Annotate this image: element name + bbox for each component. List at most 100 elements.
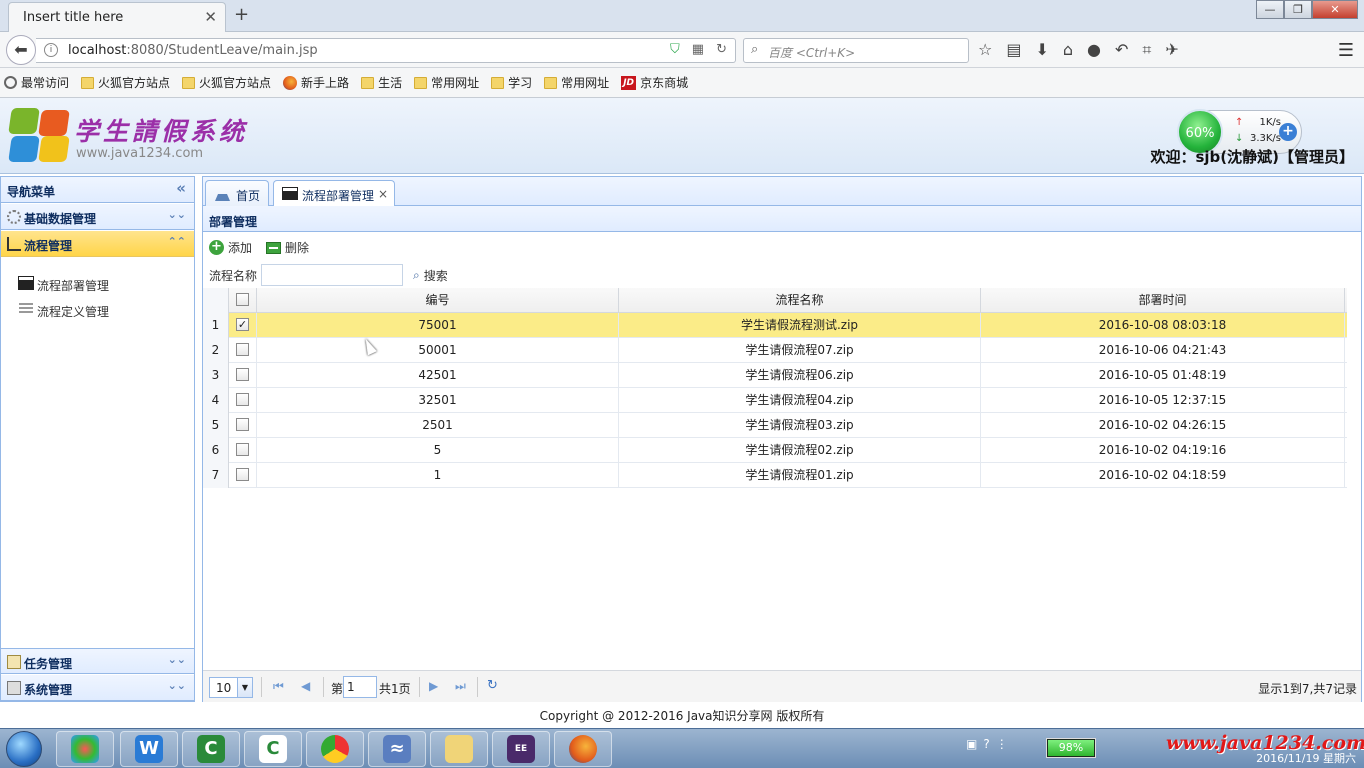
url-bar[interactable]: i localhost:8080/StudentLeave/main.jsp ⛉… [36,38,736,63]
new-tab-button[interactable]: + [234,4,249,25]
bookmark-item[interactable]: JD 京东商城 [621,74,692,91]
row-checkbox[interactable] [236,368,249,381]
next-page-icon[interactable]: ▶ [429,679,438,693]
left-nav: 导航菜单 « 基础数据管理 ⌄⌄ 流程管理 ⌃⌃ 流程部署管理 流程定义管理 任… [0,176,195,702]
undo-icon[interactable]: ↶ [1115,40,1128,60]
cell-process-name: 学生请假流程01.zip [619,463,981,488]
bookmark-item[interactable]: 火狐官方站点 [182,74,275,91]
column-name[interactable]: 流程名称 [619,288,981,313]
window-controls: — ❐ ✕ [1256,0,1358,20]
bookmark-item[interactable]: 常用网址 [544,74,613,91]
browser-tab[interactable]: Insert title here ✕ [8,2,226,32]
page-number-input[interactable]: 1 [343,676,377,698]
camtasia-recorder-icon: C [259,735,287,763]
bookmark-item[interactable]: 火狐官方站点 [81,74,174,91]
minimize-button[interactable]: — [1256,0,1284,19]
chat-icon[interactable]: ● [1087,40,1101,60]
table-row[interactable]: 5 2501 学生请假流程03.zip 2016-10-02 04:26:15 [203,413,1347,438]
battery-indicator[interactable]: 98% [1046,738,1096,758]
home-icon[interactable]: ⌂ [1063,40,1073,60]
table-row[interactable]: 7 1 学生请假流程01.zip 2016-10-02 04:18:59 [203,463,1347,488]
row-checkbox[interactable]: ✓ [236,318,249,331]
last-page-icon[interactable]: ⏭ [455,679,466,694]
table-row[interactable]: 6 5 学生请假流程02.zip 2016-10-02 04:19:16 [203,438,1347,463]
taskbar-app[interactable]: C [244,731,302,767]
bookmark-item[interactable]: 新手上路 [283,74,353,91]
row-checkbox[interactable] [236,343,249,356]
app-title: 学生請假系统 [74,117,249,146]
table-row[interactable]: 4 32501 学生请假流程04.zip 2016-10-05 12:37:15 [203,388,1347,413]
bookmark-item[interactable]: 生活 [361,74,406,91]
taskbar-app[interactable] [306,731,364,767]
cell-process-name: 学生请假流程04.zip [619,388,981,413]
tray-icon[interactable]: ▣ [966,737,977,751]
refresh-icon[interactable]: ↻ [487,678,498,693]
browser-tab-bar: Insert title here ✕ + — ❐ ✕ [0,0,1364,32]
panel-title: 部署管理 [203,206,1361,232]
row-checkbox[interactable] [236,393,249,406]
select-all-checkbox[interactable] [236,293,249,306]
tab-home[interactable]: 首页 [205,180,269,207]
tray-icon[interactable]: ⋮ [996,737,1008,751]
collapse-icon[interactable]: « [176,179,186,197]
prev-page-icon[interactable]: ◀ [301,679,310,693]
bookmark-item[interactable]: 常用网址 [414,74,483,91]
taskbar-app[interactable]: EE [492,731,550,767]
search-input[interactable]: ⌕ 百度 <Ctrl+K> [743,38,969,63]
collapse-section-icon: ⌃⌃ [167,235,186,248]
process-name-input[interactable] [261,264,404,286]
table-row[interactable]: 3 42501 学生请假流程06.zip 2016-10-05 01:48:19 [203,363,1347,388]
help-icon[interactable]: ? [983,737,989,751]
bookmark-star-icon[interactable]: ☆ [978,40,992,60]
table-row[interactable]: 1 ✓ 75001 学生请假流程测试.zip 2016-10-08 08:03:18 [203,313,1347,338]
extension-icon[interactable]: ✈ [1165,40,1178,60]
row-checkbox[interactable] [236,468,249,481]
nav-item-definition[interactable]: 流程定义管理 [1,297,194,323]
taskbar-app[interactable]: W [120,731,178,767]
nav-section-basic-data[interactable]: 基础数据管理 ⌄⌄ [1,204,194,230]
shield-icon[interactable]: ⛉ [670,42,680,57]
nav-section-system[interactable]: 系统管理 ⌄⌄ [1,675,194,701]
column-deploy-time[interactable]: 部署时间 [981,288,1345,313]
gear-icon [7,210,21,224]
maximize-button[interactable]: ❐ [1284,0,1312,19]
delete-button[interactable]: 删除 [266,239,309,256]
add-button[interactable]: + 添加 [209,239,252,256]
column-id[interactable]: 编号 [257,288,619,313]
reading-list-icon[interactable]: ▤ [1006,40,1021,60]
taskbar-app[interactable]: ≈ [368,731,426,767]
nav-section-process[interactable]: 流程管理 ⌃⌃ [1,231,194,257]
close-tab-icon[interactable]: ✕ [204,8,217,26]
bookmark-item[interactable]: 最常访问 [4,74,73,91]
tab-deploy-management[interactable]: 流程部署管理 × [273,180,395,208]
nav-item-deploy[interactable]: 流程部署管理 [1,271,194,297]
bookmark-item[interactable]: 学习 [491,74,536,91]
close-window-button[interactable]: ✕ [1312,0,1358,19]
download-icon[interactable]: ⬇ [1035,40,1048,60]
taskbar-app[interactable]: C [182,731,240,767]
close-tab-icon[interactable]: × [378,187,388,201]
nav-section-task[interactable]: 任务管理 ⌄⌄ [1,648,194,674]
taskbar-app[interactable] [430,731,488,767]
cell-deploy-time: 2016-10-02 04:19:16 [981,438,1345,463]
system-icon [7,681,21,695]
balloons-icon [71,735,99,763]
row-checkbox[interactable] [236,443,249,456]
first-page-icon[interactable]: ⏮ [273,679,284,694]
search-button[interactable]: ⌕ 搜索 [413,267,448,284]
info-icon[interactable]: i [44,43,58,57]
qr-code-icon[interactable]: ▦ [692,42,704,57]
page-size-select[interactable]: 10 ▼ [209,677,253,698]
taskbar-app[interactable] [554,731,612,767]
mysql-dolphin-icon: ≈ [383,735,411,763]
taskbar-app[interactable] [56,731,114,767]
reload-icon[interactable]: ↻ [716,42,727,57]
screenshot-icon[interactable]: ⌗ [1142,40,1151,60]
row-checkbox[interactable] [236,418,249,431]
app-logo-icon [8,108,70,162]
home-icon [215,188,230,201]
start-button[interactable] [6,731,42,767]
menu-icon[interactable]: ☰ [1338,40,1354,61]
plus-icon[interactable]: + [1279,123,1297,141]
back-arrow-icon[interactable]: ⬅ [6,35,36,65]
